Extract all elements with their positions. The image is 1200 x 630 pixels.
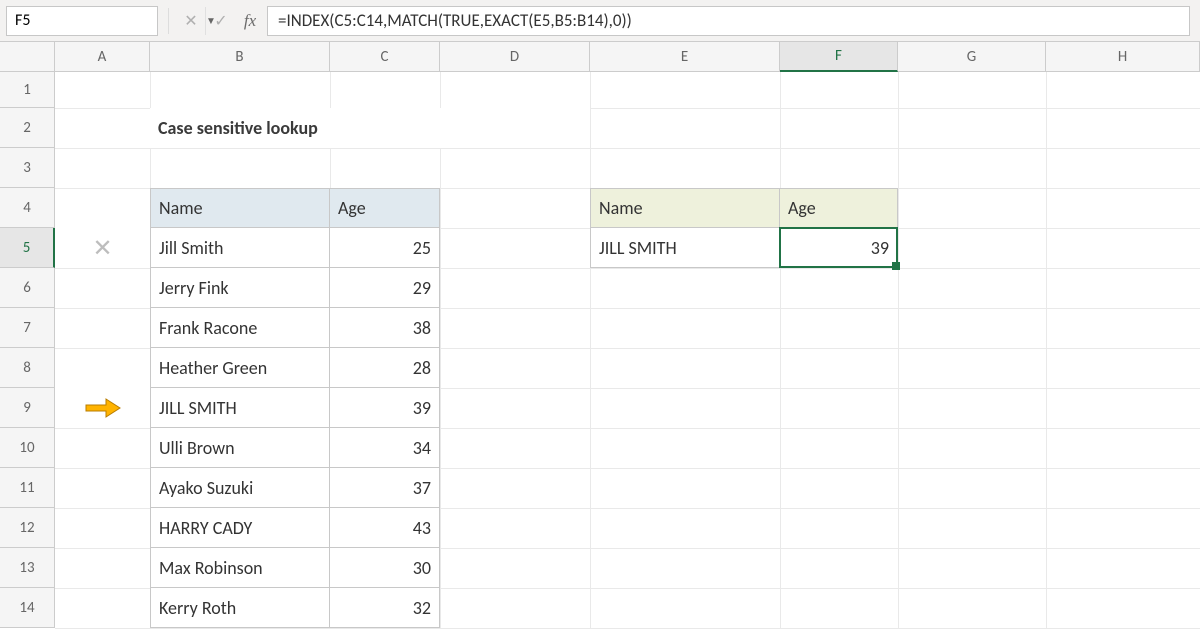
name-box[interactable]: ▼ xyxy=(6,6,158,36)
col-header-B[interactable]: B xyxy=(150,42,330,72)
x-marker[interactable]: ✕ xyxy=(55,228,150,268)
divider xyxy=(168,8,169,34)
main-name-6[interactable]: Jerry Fink xyxy=(150,268,330,308)
main-header-age[interactable]: Age xyxy=(330,188,440,228)
row-header-7[interactable]: 7 xyxy=(0,308,55,348)
row-header-9[interactable]: 9 xyxy=(0,388,55,428)
row-header-4[interactable]: 4 xyxy=(0,188,55,228)
row-header-13[interactable]: 13 xyxy=(0,548,55,588)
main-name-7[interactable]: Frank Racone xyxy=(150,308,330,348)
lookup-header-name[interactable]: Name xyxy=(590,188,780,228)
main-age-13[interactable]: 30 xyxy=(330,548,440,588)
page-title[interactable]: Case sensitive lookup xyxy=(150,108,590,148)
row-header-11[interactable]: 11 xyxy=(0,468,55,508)
formula-bar: ▼ ✕ ✓ fx xyxy=(0,0,1200,42)
row-header-5[interactable]: 5 xyxy=(0,228,55,268)
main-name-9[interactable]: JILL SMITH xyxy=(150,388,330,428)
formula-input[interactable] xyxy=(267,6,1190,36)
main-name-11[interactable]: Ayako Suzuki xyxy=(150,468,330,508)
row-header-6[interactable]: 6 xyxy=(0,268,55,308)
main-age-5[interactable]: 25 xyxy=(330,228,440,268)
row-header-12[interactable]: 12 xyxy=(0,508,55,548)
main-age-10[interactable]: 34 xyxy=(330,428,440,468)
main-name-14[interactable]: Kerry Roth xyxy=(150,588,330,628)
row-header-2[interactable]: 2 xyxy=(0,108,55,148)
main-age-6[interactable]: 29 xyxy=(330,268,440,308)
col-header-G[interactable]: G xyxy=(898,42,1046,72)
main-name-12[interactable]: HARRY CADY xyxy=(150,508,330,548)
main-age-11[interactable]: 37 xyxy=(330,468,440,508)
name-box-input[interactable] xyxy=(7,11,205,30)
main-age-7[interactable]: 38 xyxy=(330,308,440,348)
main-name-13[interactable]: Max Robinson xyxy=(150,548,330,588)
cancel-icon[interactable]: ✕ xyxy=(179,8,203,34)
enter-icon[interactable]: ✓ xyxy=(209,8,233,34)
col-header-D[interactable]: D xyxy=(440,42,590,72)
row-header-3[interactable]: 3 xyxy=(0,148,55,188)
main-age-12[interactable]: 43 xyxy=(330,508,440,548)
col-header-C[interactable]: C xyxy=(330,42,440,72)
row-header-10[interactable]: 10 xyxy=(0,428,55,468)
spreadsheet-grid: ABCDEFGH 1234567891011121314 Case sensit… xyxy=(0,42,1200,628)
lookup-header-age[interactable]: Age xyxy=(780,188,898,228)
main-name-5[interactable]: Jill Smith xyxy=(150,228,330,268)
row-header-14[interactable]: 14 xyxy=(0,588,55,628)
select-all-corner[interactable] xyxy=(0,42,55,72)
main-name-8[interactable]: Heather Green xyxy=(150,348,330,388)
col-header-F[interactable]: F xyxy=(780,42,898,72)
arrow-icon[interactable] xyxy=(55,388,150,428)
main-age-9[interactable]: 39 xyxy=(330,388,440,428)
fx-icon[interactable]: fx xyxy=(239,8,261,34)
lookup-name[interactable]: JILL SMITH xyxy=(590,228,780,268)
main-age-14[interactable]: 32 xyxy=(330,588,440,628)
col-header-E[interactable]: E xyxy=(590,42,780,72)
col-header-H[interactable]: H xyxy=(1046,42,1200,72)
main-age-8[interactable]: 28 xyxy=(330,348,440,388)
main-name-10[interactable]: Ulli Brown xyxy=(150,428,330,468)
main-header-name[interactable]: Name xyxy=(150,188,330,228)
lookup-age[interactable]: 39 xyxy=(780,228,898,268)
row-header-1[interactable]: 1 xyxy=(0,72,55,108)
row-header-8[interactable]: 8 xyxy=(0,348,55,388)
col-header-A[interactable]: A xyxy=(55,42,150,72)
